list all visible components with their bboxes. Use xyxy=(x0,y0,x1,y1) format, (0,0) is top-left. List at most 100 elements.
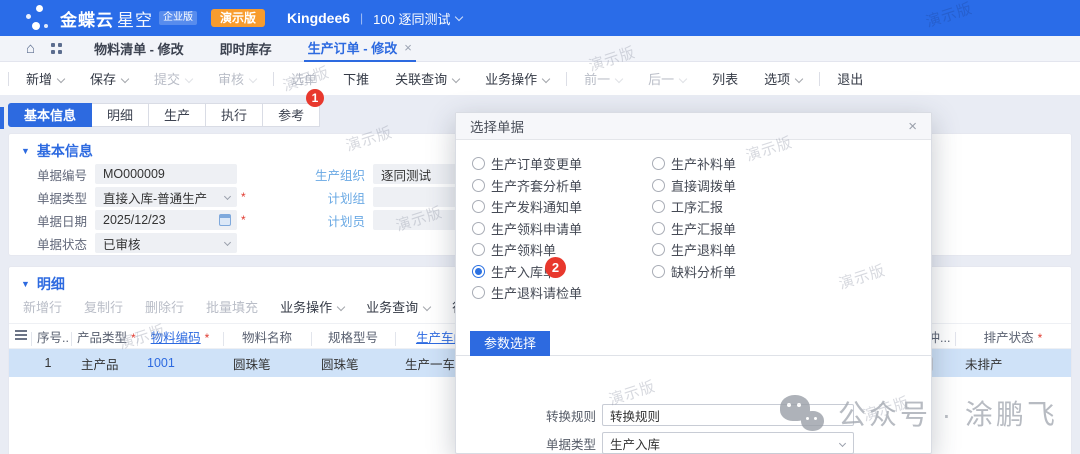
row-business-query-button[interactable]: 业务查询 xyxy=(366,297,430,316)
org-selector[interactable]: 100 逐同测试 xyxy=(373,9,450,28)
dialog-header[interactable]: 选择单据 × xyxy=(456,113,931,140)
radio-option[interactable]: 生产订单变更单 xyxy=(472,153,652,175)
doc-type-select[interactable]: 生产入库 xyxy=(602,432,854,454)
radio-icon[interactable] xyxy=(652,200,665,213)
col-material-code[interactable]: 物料编码* xyxy=(137,327,223,346)
radio-icon[interactable] xyxy=(652,179,665,192)
toolbar-new-button[interactable]: 新增 xyxy=(13,69,77,88)
toolbar-pick-button[interactable]: 选单 xyxy=(278,69,330,88)
radio-icon[interactable] xyxy=(652,243,665,256)
cell-schedule-status: 未排产 xyxy=(955,354,1071,373)
field-label-bill-no: 单据编号 xyxy=(27,165,87,184)
add-row-button[interactable]: 新增行 xyxy=(23,297,62,316)
toolbar-submit-button[interactable]: 提交 xyxy=(141,69,205,88)
batch-fill-button[interactable]: 批量填充 xyxy=(206,297,258,316)
toolbar-divider xyxy=(8,72,9,86)
radio-icon[interactable] xyxy=(472,286,485,299)
delete-row-button[interactable]: 删除行 xyxy=(145,297,184,316)
radio-icon[interactable] xyxy=(472,157,485,170)
home-icon[interactable]: ⌂ xyxy=(26,41,35,56)
radio-option[interactable]: 生产领料申请单 xyxy=(472,218,652,240)
radio-icon[interactable] xyxy=(652,265,665,278)
param-select-tab[interactable]: 参数选择 xyxy=(470,331,550,356)
required-marker: * xyxy=(241,190,246,204)
radio-option[interactable]: 生产领料单 xyxy=(472,239,652,261)
cell-material-name: 圆珠笔 xyxy=(223,354,311,373)
row-business-ops-button[interactable]: 业务操作 xyxy=(280,297,344,316)
toolbar-related-query-button[interactable]: 关联查询 xyxy=(382,69,472,88)
chevron-down-icon xyxy=(224,193,231,200)
kingdee-logo-icon xyxy=(26,5,52,31)
close-tab-icon[interactable]: × xyxy=(404,40,412,55)
chevron-down-icon xyxy=(185,75,193,83)
radio-option[interactable]: 缺料分析单 xyxy=(652,261,832,283)
app-grid-icon[interactable] xyxy=(51,43,62,54)
chevron-down-icon xyxy=(337,303,345,311)
form-tab-basic-info[interactable]: 基本信息 xyxy=(8,103,92,127)
radio-option[interactable]: 工序汇报 xyxy=(652,196,832,218)
toolbar-audit-button[interactable]: 审核 xyxy=(205,69,269,88)
workspace-tab-inventory[interactable]: 即时库存 xyxy=(216,36,276,62)
document-type-options: 生产订单变更单 生产补料单 生产齐套分析单 直接调拨单 生产发料通知单 工序汇报… xyxy=(472,153,912,304)
radio-icon[interactable] xyxy=(472,200,485,213)
form-tab-production[interactable]: 生产 xyxy=(149,103,206,127)
bill-status-select[interactable]: 已审核 xyxy=(95,233,237,253)
step-1-badge: 1 xyxy=(306,89,324,107)
bill-date-field[interactable]: 2025/12/23 xyxy=(95,210,237,230)
cell-material-code[interactable]: 1001 xyxy=(137,356,223,370)
radio-selected-icon[interactable] xyxy=(472,265,485,278)
calendar-icon[interactable] xyxy=(219,214,231,226)
toolbar-business-ops-button[interactable]: 业务操作 xyxy=(472,69,562,88)
workspace-tab-production-order[interactable]: 生产订单 - 修改 × xyxy=(304,36,416,62)
radio-icon[interactable] xyxy=(472,222,485,235)
collapse-triangle-icon[interactable]: ▼ xyxy=(21,279,30,289)
chevron-down-icon xyxy=(795,75,803,83)
radio-option[interactable]: 生产补料单 xyxy=(652,153,832,175)
toolbar-exit-button[interactable]: 退出 xyxy=(824,69,876,88)
radio-option[interactable]: 生产退料单 xyxy=(652,239,832,261)
basic-info-section-header[interactable]: ▼ 基本信息 xyxy=(21,141,93,161)
radio-icon[interactable] xyxy=(472,243,485,256)
radio-icon[interactable] xyxy=(652,222,665,235)
copy-row-button[interactable]: 复制行 xyxy=(84,297,123,316)
radio-option[interactable]: 生产退料请检单 xyxy=(472,282,652,304)
radio-option[interactable]: 生产齐套分析单 xyxy=(472,175,652,197)
convert-rule-input[interactable]: 转换规则 xyxy=(602,404,854,426)
radio-option[interactable]: 生产发料通知单 xyxy=(472,196,652,218)
radio-option[interactable]: 直接调拨单 xyxy=(652,175,832,197)
section-title: 基本信息 xyxy=(37,141,93,161)
form-tab-execution[interactable]: 执行 xyxy=(206,103,263,127)
collapse-triangle-icon[interactable]: ▼ xyxy=(21,146,30,156)
select-document-dialog: 选择单据 × 生产订单变更单 生产补料单 生产齐套分析单 直接调拨单 生产发料通… xyxy=(455,112,932,454)
convert-rule-label: 转换规则 xyxy=(524,406,596,425)
close-icon[interactable]: × xyxy=(908,119,917,134)
left-edge-accent xyxy=(0,107,4,129)
col-product-type[interactable]: 产品类型* xyxy=(71,327,137,346)
chevron-down-icon xyxy=(249,75,257,83)
toolbar-next-button[interactable]: 后一 xyxy=(635,69,699,88)
chevron-down-icon[interactable] xyxy=(455,13,463,21)
radio-option[interactable]: 生产汇报单 xyxy=(652,218,832,240)
toolbar-options-button[interactable]: 选项 xyxy=(751,69,815,88)
toolbar-pushdown-button[interactable]: 下推 xyxy=(330,69,382,88)
col-material-name[interactable]: 物料名称 xyxy=(223,327,311,346)
radio-icon[interactable] xyxy=(472,179,485,192)
detail-section-header[interactable]: ▼ 明细 xyxy=(21,274,65,294)
brand-bold: 金蝶云 xyxy=(60,6,114,31)
chevron-down-icon xyxy=(121,75,129,83)
form-tab-detail[interactable]: 明细 xyxy=(92,103,149,127)
cell-product-type: 主产品 xyxy=(71,354,137,373)
toolbar-save-button[interactable]: 保存 xyxy=(77,69,141,88)
bill-type-select[interactable]: 直接入库-普通生产 xyxy=(95,187,237,207)
col-seq[interactable]: 序号.. xyxy=(31,327,71,346)
toolbar-divider xyxy=(819,72,820,86)
field-label-bill-status: 单据状态 xyxy=(27,234,87,253)
toolbar-previous-button[interactable]: 前一 xyxy=(571,69,635,88)
radio-icon[interactable] xyxy=(652,157,665,170)
col-spec[interactable]: 规格型号 xyxy=(311,327,395,346)
workspace-tab-bom[interactable]: 物料清单 - 修改 xyxy=(90,36,188,62)
row-menu-icon[interactable] xyxy=(15,330,27,340)
edition-badge: 企业版 xyxy=(159,11,197,25)
toolbar-list-button[interactable]: 列表 xyxy=(699,69,751,88)
col-schedule-status[interactable]: 排产状态* xyxy=(955,327,1071,346)
